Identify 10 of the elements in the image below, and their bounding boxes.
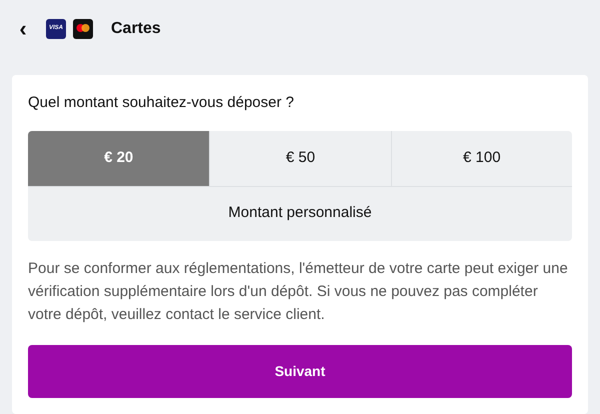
amount-option[interactable]: € 50 [209,130,391,186]
notice-text: Pour se conformer aux réglementations, l'émetteur de votre carte peut exiger une vérification supplémentaire lors d'un dépôt. Si vous ne pouvez pas compléter votre dépôt, veuillez contact le service client. [28,258,568,324]
custom-amount-option[interactable]: Montant personnalisé [28,186,572,240]
question-text: Quel montant souhaitez-vous déposer ? [28,93,295,113]
page-title: Cartes [111,18,161,38]
amount-option[interactable]: € 100 [390,130,572,186]
next-button[interactable]: Suivant [28,344,572,398]
amount-option[interactable]: € 20 [28,130,210,186]
mastercard-logo [73,18,93,38]
back-button[interactable]: ‹ [16,18,30,40]
